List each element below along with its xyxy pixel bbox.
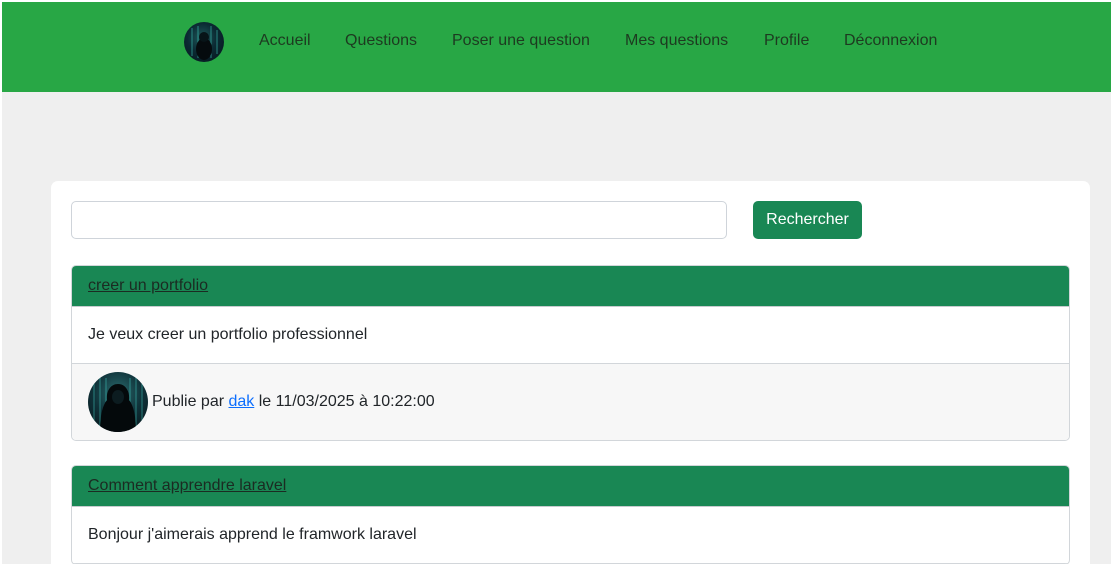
question-title-link[interactable]: Comment apprendre laravel (88, 477, 286, 495)
nav-mes-questions[interactable]: Mes questions (625, 32, 728, 50)
question-footer: Publie par dak le 11/03/2025 à 10:22:00 (72, 364, 1069, 440)
question-body: Bonjour j'aimerais apprend le framwork l… (72, 507, 1069, 564)
logo-avatar-icon[interactable] (184, 22, 224, 62)
nav-profile[interactable]: Profile (764, 32, 809, 50)
question-card: creer un portfolio Je veux creer un port… (71, 265, 1070, 441)
question-body: Je veux creer un portfolio professionnel (72, 307, 1069, 364)
author-link[interactable]: dak (229, 393, 255, 410)
questions-card: Rechercher creer un portfolio Je veux cr… (51, 181, 1090, 564)
question-title-link[interactable]: creer un portfolio (88, 277, 208, 295)
question-header: creer un portfolio (72, 266, 1069, 307)
nav-accueil[interactable]: Accueil (259, 32, 311, 50)
question-header: Comment apprendre laravel (72, 466, 1069, 507)
question-meta: Publie par dak le 11/03/2025 à 10:22:00 (152, 393, 435, 411)
page: Accueil Questions Poser une question Mes… (2, 2, 1111, 564)
navbar: Accueil Questions Poser une question Mes… (2, 2, 1111, 92)
question-card: Comment apprendre laravel Bonjour j'aime… (71, 465, 1070, 564)
meta-prefix: Publie par (152, 393, 225, 410)
search-input[interactable] (71, 201, 727, 239)
nav-poser-une-question[interactable]: Poser une question (452, 32, 590, 50)
search-button[interactable]: Rechercher (753, 201, 862, 239)
author-avatar-icon (88, 372, 148, 432)
nav-questions[interactable]: Questions (345, 32, 417, 50)
nav-deconnexion[interactable]: Déconnexion (844, 32, 937, 50)
meta-date: le 11/03/2025 à 10:22:00 (258, 393, 435, 410)
